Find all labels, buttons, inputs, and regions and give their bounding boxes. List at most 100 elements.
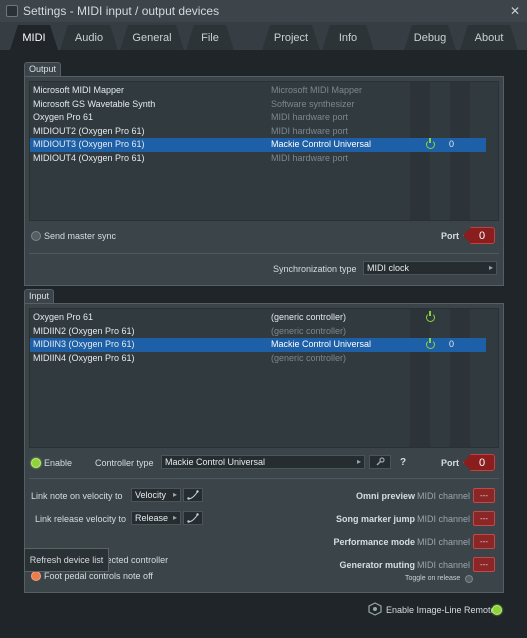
device-name: MIDIOUT3 (Oxygen Pro 61) (33, 139, 145, 149)
output-device-row[interactable]: MIDIOUT4 (Oxygen Pro 61) MIDI hardware po… (30, 152, 486, 166)
input-device-row[interactable]: MIDIIN4 (Oxygen Pro 61) (generic controll… (30, 352, 486, 366)
device-description: (generic controller) (271, 325, 347, 336)
output-device-row[interactable]: MIDIOUT3 (Oxygen Pro 61) Mackie Control U… (30, 138, 486, 152)
input-group-label: Input (24, 289, 55, 303)
device-name: Microsoft GS Wavetable Synth (33, 98, 156, 109)
send-master-sync-radio[interactable] (31, 231, 41, 241)
tab-midi[interactable]: MIDI (10, 25, 58, 50)
controller-type-select[interactable]: Mackie Control Universal ▸ (161, 455, 365, 469)
device-name: Oxygen Pro 61 (33, 112, 94, 122)
device-name: MIDIOUT2 (Oxygen Pro 61) (33, 125, 145, 136)
midi-channel-label: Performance mode (333, 537, 415, 547)
tab-general[interactable]: General (120, 25, 184, 50)
divider (29, 478, 499, 479)
foot-pedal-label: Foot pedal controls note off (44, 571, 153, 581)
output-port-button[interactable]: 0 (463, 227, 495, 244)
output-device-row[interactable]: Oxygen Pro 61 MIDI hardware port (30, 111, 486, 125)
power-icon[interactable] (426, 338, 435, 349)
toggle-on-release-radio[interactable] (465, 575, 473, 583)
midi-channel-button[interactable]: --- (473, 511, 495, 526)
device-description: Microsoft MIDI Mapper (271, 85, 363, 95)
tab-debug[interactable]: Debug (404, 25, 456, 50)
device-port-number: 0 (449, 139, 455, 149)
wrench-icon[interactable] (369, 455, 391, 469)
close-icon[interactable]: ✕ (509, 5, 521, 17)
link-note-velocity-label: Link note on velocity to (31, 491, 123, 501)
chevron-right-icon: ▸ (172, 490, 177, 499)
title-bar: Settings - MIDI input / output devices ✕ (0, 0, 527, 22)
foot-pedal-radio[interactable] (31, 571, 41, 581)
image-line-remote-icon (368, 602, 382, 616)
midi-channel-suffix: MIDI channel (417, 537, 471, 547)
tab-info[interactable]: Info (322, 25, 374, 50)
device-name: MIDIIN2 (Oxygen Pro 61) (33, 325, 135, 336)
power-icon[interactable] (426, 311, 435, 322)
midi-channel-label: Omni preview (355, 491, 415, 501)
tab-bar: MIDI Audio General File Project Info Deb… (0, 22, 527, 50)
link-note-velocity-select[interactable]: Velocity ▸ (131, 488, 181, 502)
device-port-number: 0 (449, 339, 455, 349)
link-note-velocity-value: Velocity (135, 490, 167, 500)
tab-about[interactable]: About (460, 25, 518, 50)
device-name: Microsoft MIDI Mapper (33, 85, 125, 95)
power-icon[interactable] (426, 138, 435, 149)
divider (29, 253, 499, 254)
output-device-list: Microsoft MIDI Mapper Microsoft MIDI Mapp… (29, 81, 499, 221)
device-name: MIDIIN3 (Oxygen Pro 61) (33, 339, 135, 349)
tab-audio[interactable]: Audio (60, 25, 118, 50)
controller-type-value: Mackie Control Universal (165, 457, 266, 467)
output-device-row[interactable]: Microsoft MIDI Mapper Microsoft MIDI Mapp… (30, 84, 486, 98)
midi-channel-suffix: MIDI channel (417, 560, 471, 570)
enable-label: Enable (44, 458, 73, 468)
midi-channel-button[interactable]: --- (473, 557, 495, 572)
chevron-right-icon: ▸ (172, 513, 177, 522)
sync-type-label: Synchronization type (273, 264, 357, 274)
device-name: MIDIIN4 (Oxygen Pro 61) (33, 352, 135, 363)
refresh-device-list-button[interactable]: Refresh device list (24, 548, 109, 572)
midi-channel-suffix: MIDI channel (417, 491, 471, 501)
device-description: MIDI hardware port (271, 125, 349, 136)
image-line-remote-radio[interactable] (492, 605, 502, 615)
output-group-label: Output (24, 62, 62, 76)
midi-channel-button[interactable]: --- (473, 534, 495, 549)
output-device-row[interactable]: MIDIOUT2 (Oxygen Pro 61) MIDI hardware po… (30, 125, 486, 139)
device-description: MIDI hardware port (271, 112, 349, 122)
send-master-sync-label: Send master sync (44, 231, 117, 241)
chevron-right-icon: ▸ (488, 263, 493, 272)
device-description: Software synthesizer (271, 98, 355, 109)
help-icon[interactable]: ? (395, 455, 411, 469)
window-title: Settings - MIDI input / output devices (23, 4, 220, 18)
link-release-velocity-value: Release (135, 513, 169, 523)
link-release-velocity-select[interactable]: Release ▸ (131, 511, 181, 525)
midi-channel-suffix: MIDI channel (417, 514, 471, 524)
sync-type-select[interactable]: MIDI clock ▸ (363, 261, 497, 275)
input-device-row[interactable]: Oxygen Pro 61 (generic controller) (30, 311, 486, 325)
input-device-list: Oxygen Pro 61 (generic controller) MIDIIN2… (29, 308, 499, 448)
input-port-label: Port (441, 458, 459, 468)
midi-channel-label: Song marker jump (335, 514, 415, 524)
output-port-label: Port (441, 231, 459, 241)
image-line-remote-label: Enable Image-Line Remote (386, 605, 496, 615)
input-port-button[interactable]: 0 (463, 454, 495, 471)
midi-channel-label: Generator muting (339, 560, 415, 570)
device-description: Mackie Control Universal (271, 339, 372, 349)
tab-project[interactable]: Project (262, 25, 320, 50)
enable-radio[interactable] (31, 458, 41, 468)
app-icon (6, 5, 18, 17)
link-release-velocity-label: Link release velocity to (35, 514, 127, 524)
device-description: (generic controller) (271, 312, 347, 322)
midi-channel-button[interactable]: --- (473, 488, 495, 503)
input-device-row[interactable]: MIDIIN3 (Oxygen Pro 61) Mackie Control Un… (30, 338, 486, 352)
curve-icon[interactable] (183, 511, 203, 525)
device-description: Mackie Control Universal (271, 139, 372, 149)
controller-type-label: Controller type (95, 458, 154, 468)
output-group: Microsoft MIDI Mapper Microsoft MIDI Mapp… (24, 76, 504, 286)
tab-file[interactable]: File (186, 25, 234, 50)
output-device-row[interactable]: Microsoft GS Wavetable Synth Software syn… (30, 98, 486, 112)
input-device-row[interactable]: MIDIIN2 (Oxygen Pro 61) (generic controll… (30, 325, 486, 339)
sync-type-value: MIDI clock (367, 263, 410, 273)
curve-icon[interactable] (183, 488, 203, 502)
device-description: (generic controller) (271, 352, 347, 363)
device-name: Oxygen Pro 61 (33, 312, 94, 322)
device-name: MIDIOUT4 (Oxygen Pro 61) (33, 152, 145, 163)
